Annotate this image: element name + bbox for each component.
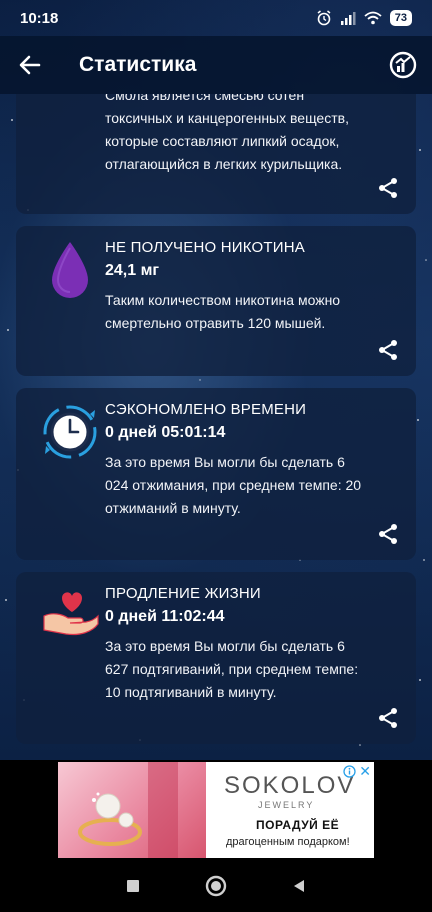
chart-button[interactable] <box>374 36 432 94</box>
ad-headline: ПОРАДУЙ ЕЁ <box>256 818 340 832</box>
drop-icon <box>52 242 88 298</box>
stat-card-time-saved: СЭКОНОМЛЕНО ВРЕМЕНИ 0 дней 05:01:14 За э… <box>16 388 416 560</box>
system-nav-bar <box>0 860 432 912</box>
card-value: 24,1 мг <box>105 262 160 279</box>
arrow-left-icon <box>19 55 41 75</box>
stat-card-nicotine: НЕ ПОЛУЧЕНО НИКОТИНА 24,1 мг Таким колич… <box>16 226 416 376</box>
ad-brand-sub: JEWELRY <box>258 800 315 810</box>
ring-image <box>78 762 178 858</box>
page-title: Статистика <box>79 53 197 76</box>
signal-icon <box>340 12 356 25</box>
card-description: Таким количеством никотина можно смертел… <box>105 289 405 335</box>
desc-line: 10 подтягиваний в минуту. <box>105 684 277 700</box>
status-icons: 73 <box>316 10 412 26</box>
card-description: За это время Вы могли бы сделать 6 627 п… <box>105 635 405 704</box>
status-bar: 10:18 73 <box>0 0 432 36</box>
back-button[interactable] <box>0 36 60 94</box>
ad-banner[interactable]: SOKOLOV JEWELRY ПОРАДУЙ ЕЁ драгоценным п… <box>58 762 374 858</box>
battery-indicator: 73 <box>389 10 412 26</box>
card-description: Смола является смесью сотен токсичных и … <box>105 94 405 176</box>
status-time: 10:18 <box>20 9 59 27</box>
desc-line: За это время Вы могли бы сделать 6 <box>105 454 345 470</box>
desc-line: смертельно отравить 120 мышей. <box>105 315 326 331</box>
info-icon[interactable] <box>343 765 356 778</box>
ad-image <box>58 762 206 858</box>
stat-card-tar: Смола является смесью сотен токсичных и … <box>16 94 416 214</box>
desc-line: отжиманий в минуту. <box>105 500 241 516</box>
share-icon[interactable] <box>376 176 400 200</box>
share-icon[interactable] <box>376 706 400 730</box>
ad-close-button[interactable]: ✕ <box>359 763 371 780</box>
desc-line: которые составляют липкий осадок, <box>105 133 340 149</box>
alarm-icon <box>317 10 331 26</box>
desc-line: Смола является смесью сотен <box>105 94 305 103</box>
card-title: НЕ ПОЛУЧЕНО НИКОТИНА <box>105 239 305 256</box>
home-icon[interactable] <box>205 875 227 897</box>
card-value: 0 дней 05:01:14 <box>105 424 226 441</box>
clock-icon <box>43 405 97 459</box>
desc-line: токсичных и канцерогенных веществ, <box>105 110 349 126</box>
desc-line: 024 отжимания, при среднем темпе: 20 <box>105 477 362 493</box>
app-bar: Статистика <box>0 36 432 94</box>
back-triangle-icon[interactable] <box>291 878 307 894</box>
stat-card-life-extension: ПРОДЛЕНИЕ ЖИЗНИ 0 дней 11:02:44 За это в… <box>16 572 416 744</box>
wifi-icon <box>364 11 382 25</box>
chart-circle-icon <box>389 51 417 79</box>
hand-heart-icon <box>43 592 99 636</box>
ad-brand: SOKOLOV <box>224 772 356 799</box>
card-description: За это время Вы могли бы сделать 6 024 о… <box>105 451 405 520</box>
share-icon[interactable] <box>376 338 400 362</box>
desc-line: Таким количеством никотина можно <box>105 292 341 308</box>
ad-text: драгоценным подарком! <box>226 836 350 848</box>
card-title: СЭКОНОМЛЕНО ВРЕМЕНИ <box>105 401 307 418</box>
desc-line: За это время Вы могли бы сделать 6 <box>105 638 345 654</box>
card-title: ПРОДЛЕНИЕ ЖИЗНИ <box>105 585 261 602</box>
desc-line: 627 подтягиваний, при среднем темпе: <box>105 661 359 677</box>
desc-line: отлагающийся в легких курильщика. <box>105 156 343 172</box>
card-value: 0 дней 11:02:44 <box>105 608 225 625</box>
recents-icon[interactable] <box>125 878 141 894</box>
share-icon[interactable] <box>376 522 400 546</box>
stats-list: Смола является смесью сотен токсичных и … <box>0 94 432 760</box>
